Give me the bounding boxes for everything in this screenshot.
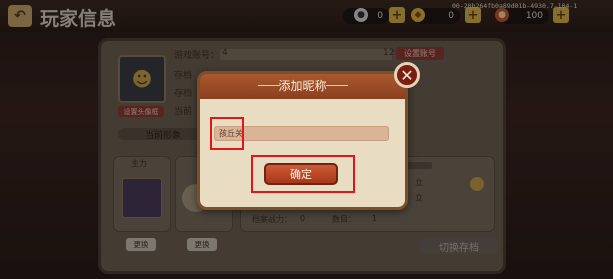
confirm-highlight-box [251,155,355,193]
input-highlight-box [210,117,244,150]
close-x-icon[interactable]: ✕ [394,62,420,88]
dialog-title: 添加昵称 [278,79,327,93]
